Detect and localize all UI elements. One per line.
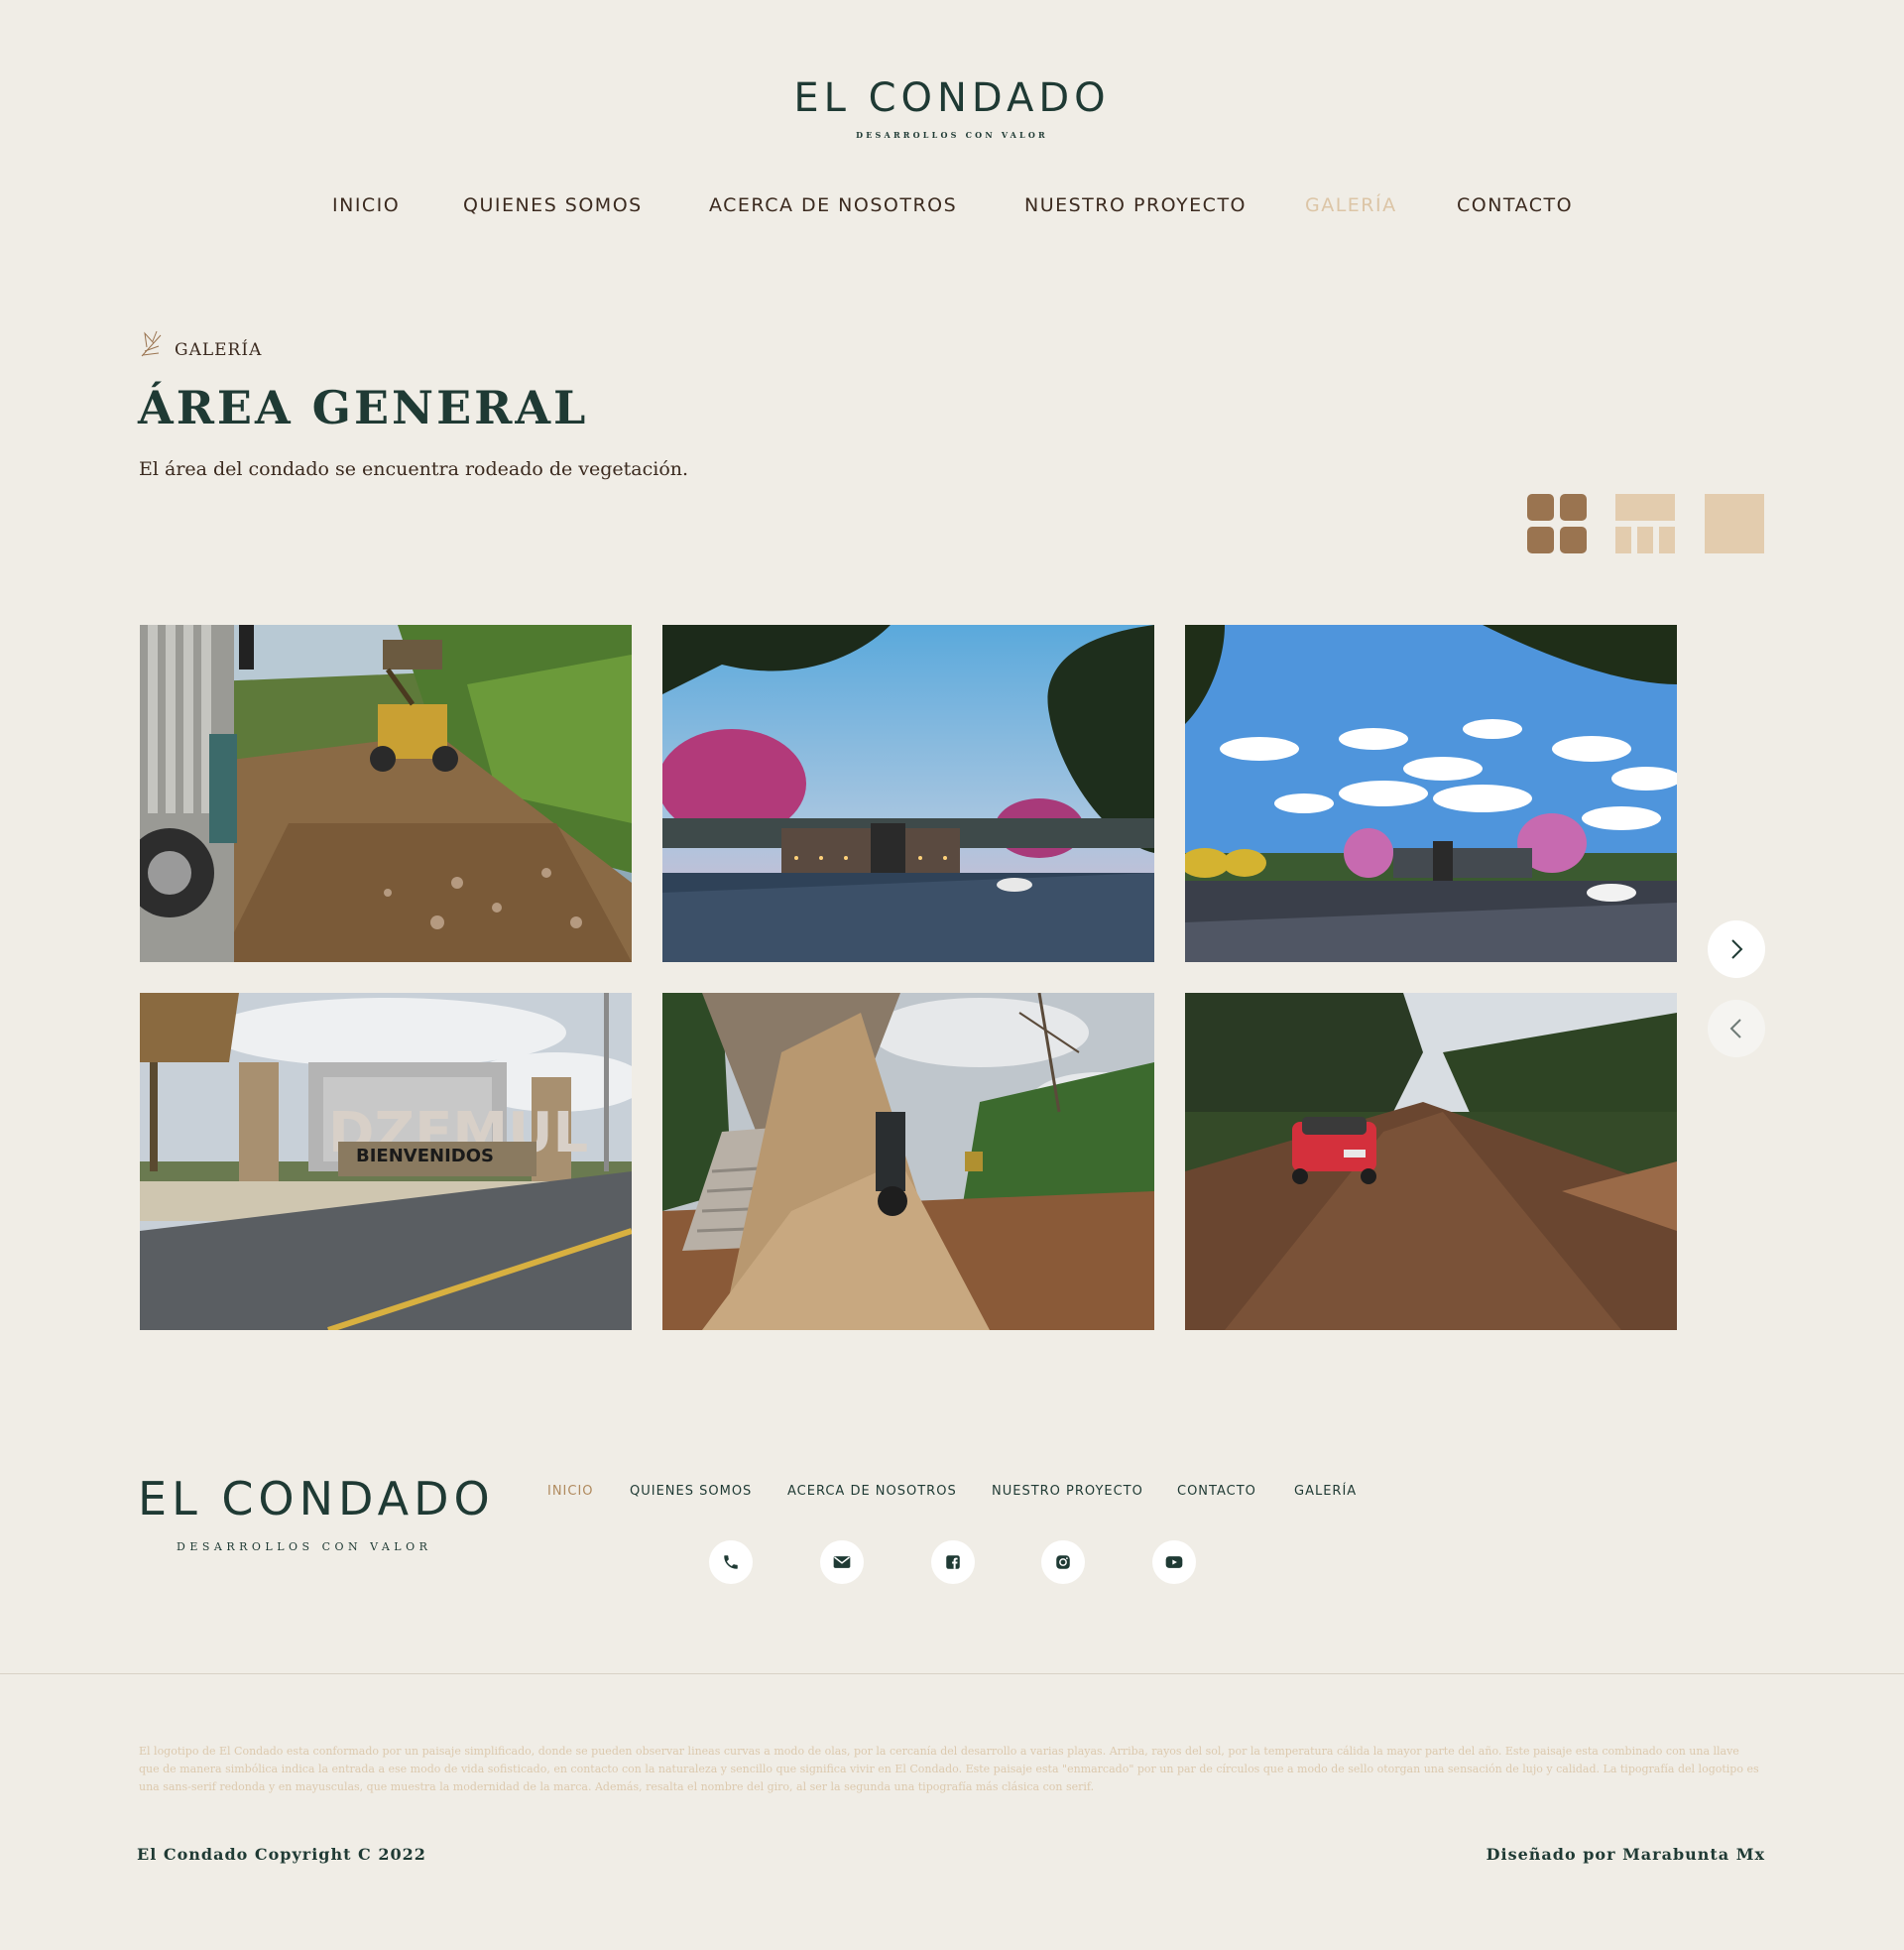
- designer-credit-link[interactable]: Diseñado por Marabunta Mx: [1487, 1845, 1765, 1864]
- footer-nav-item-galeria[interactable]: GALERÍA: [1294, 1484, 1357, 1499]
- grid-cell: [1659, 527, 1675, 553]
- section-eyebrow: GALERÍA: [175, 340, 263, 360]
- gallery-photo-red-car[interactable]: [1185, 993, 1677, 1330]
- logo-description-text: El logotipo de El Condado esta conformad…: [139, 1745, 1759, 1793]
- nav-item-inicio[interactable]: INICIO: [332, 194, 400, 216]
- footer-nav-item-inicio[interactable]: INICIO: [547, 1484, 594, 1499]
- gallery-photo-dump-truck[interactable]: [662, 993, 1154, 1330]
- youtube-icon: [1165, 1556, 1183, 1568]
- gallery-prev-button[interactable]: [1708, 1000, 1765, 1057]
- layout-grid-2x2-button[interactable]: [1527, 494, 1587, 553]
- footer-nav-item-acerca-de-nosotros[interactable]: ACERCA DE NOSOTROS: [787, 1484, 957, 1499]
- grid-cell: [1615, 494, 1675, 521]
- instagram-icon: [1056, 1555, 1070, 1569]
- chevron-left-icon: [1729, 1019, 1741, 1038]
- nav-item-contacto[interactable]: CONTACTO: [1457, 194, 1573, 216]
- grid-cell: [1560, 494, 1587, 521]
- gallery-photo-entrance-dusk[interactable]: [662, 625, 1154, 962]
- footer-brand-logo[interactable]: EL CONDADO: [138, 1472, 495, 1525]
- brand-logo-title[interactable]: EL CONDADO: [0, 75, 1904, 121]
- footer-brand-tagline: DESARROLLOS CON VALOR: [177, 1540, 432, 1553]
- phone-icon: [724, 1555, 738, 1569]
- instagram-button[interactable]: [1041, 1540, 1085, 1584]
- nav-item-nuestro-proyecto[interactable]: NUESTRO PROYECTO: [1024, 194, 1247, 216]
- grid-cell: [1560, 527, 1587, 553]
- grid-cell: [1527, 494, 1554, 521]
- gallery-photo-backhoe[interactable]: [140, 625, 632, 962]
- footer-divider: [0, 1673, 1904, 1674]
- mail-icon: [833, 1556, 851, 1568]
- youtube-button[interactable]: [1152, 1540, 1196, 1584]
- facebook-icon: [946, 1555, 960, 1569]
- sign-text-bienvenidos: BIENVENIDOS: [356, 1146, 494, 1166]
- grid-cell: [1615, 527, 1631, 553]
- gallery-photo-entrance-day[interactable]: [1185, 625, 1677, 962]
- nav-item-quienes-somos[interactable]: QUIENES SOMOS: [463, 194, 643, 216]
- leaf-sketch-icon: [139, 329, 165, 359]
- footer-nav-item-quienes-somos[interactable]: QUIENES SOMOS: [630, 1484, 752, 1499]
- phone-button[interactable]: [709, 1540, 753, 1584]
- grid-cell: [1637, 527, 1653, 553]
- page-description: El área del condado se encuentra rodeado…: [139, 458, 689, 480]
- footer-nav-item-nuestro-proyecto[interactable]: NUESTRO PROYECTO: [992, 1484, 1143, 1499]
- nav-item-galeria[interactable]: GALERÍA: [1305, 194, 1397, 216]
- gallery-next-button[interactable]: [1708, 920, 1765, 978]
- footer-nav-item-contacto[interactable]: CONTACTO: [1177, 1484, 1256, 1499]
- facebook-button[interactable]: [931, 1540, 975, 1584]
- mail-button[interactable]: [820, 1540, 864, 1584]
- layout-single-view-button[interactable]: [1705, 494, 1764, 553]
- grid-cell: [1527, 527, 1554, 553]
- page-title: ÁREA GENERAL: [138, 381, 589, 434]
- copyright-text: El Condado Copyright C 2022: [137, 1845, 426, 1864]
- chevron-right-icon: [1731, 939, 1743, 959]
- layout-grid-mixed-button[interactable]: [1615, 494, 1675, 553]
- gallery-photo-dzemul-sign[interactable]: DZEMUL BIENVENIDOS: [140, 993, 632, 1330]
- brand-tagline: DESARROLLOS CON VALOR: [856, 130, 1048, 140]
- nav-item-acerca-de-nosotros[interactable]: ACERCA DE NOSOTROS: [709, 194, 957, 216]
